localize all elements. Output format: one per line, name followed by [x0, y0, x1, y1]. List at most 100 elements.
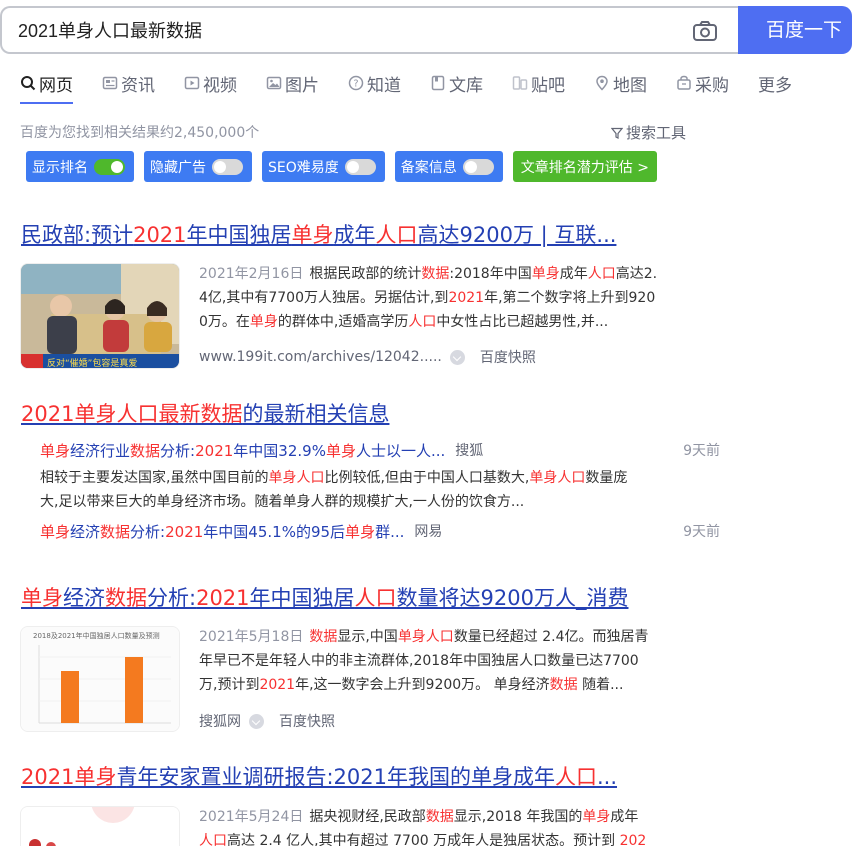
text-segment: 高达2.: [615, 266, 658, 282]
highlight-keyword: 人口: [408, 314, 437, 330]
highlight-keyword: 单身: [249, 314, 278, 330]
icp-info-button[interactable]: 备案信息: [394, 151, 503, 182]
show-rank-toggle[interactable]: [94, 158, 125, 175]
text-segment: 0万。在: [199, 314, 250, 330]
text-segment: 民政部:预计: [21, 223, 134, 247]
text-segment: 年中国32.9%: [233, 442, 326, 460]
rank-potential-button[interactable]: 文章排名潜力评估 >: [512, 151, 657, 182]
news-item[interactable]: 单身经济行业数据分析:2021年中国32.9%单身人士以一人... 搜狐 9天前: [40, 440, 720, 461]
highlight-keyword: 人口: [354, 586, 397, 610]
highlight-keyword: 单身: [40, 523, 71, 541]
source-site[interactable]: 搜狐网: [199, 711, 241, 731]
desc-line: 相较于主要发达国家,虽然中国目前的单身人口比例较低,但由于中国人口基数大,单身人…: [40, 466, 720, 490]
highlight-keyword: 数据: [130, 442, 161, 460]
text-segment: 比例较低,但由于中国人口基数大,: [324, 470, 530, 486]
highlight-keyword: 数据: [309, 629, 338, 645]
document-icon: [431, 75, 445, 91]
text-segment: 成年: [559, 266, 588, 282]
text-segment: 经济: [63, 586, 105, 610]
snapshot-link[interactable]: 百度快照: [279, 711, 335, 731]
abstract-line: 人口高达 2.4 亿人,其中有超过 7700 万成年人是独居状态。预计到 202: [199, 829, 719, 846]
source-url[interactable]: www.199it.com/archives/12042.....: [199, 349, 442, 365]
tab-news[interactable]: 资讯: [102, 70, 155, 96]
thumb-caption: 2018及2021年中国独居人口数量及预测: [33, 631, 160, 640]
hide-ads-button[interactable]: 隐藏广告: [144, 151, 252, 182]
plugin-label: 隐藏广告: [150, 159, 206, 176]
thumb-caption: 反对“催婚”包容是真爱: [47, 357, 137, 369]
tab-purchase[interactable]: 采购: [676, 70, 729, 96]
seo-difficulty-button[interactable]: SEO难易度: [262, 151, 385, 182]
abstract-line: 2021年5月18日 数据显示,中国单身人口数量已经超过 2.4亿。而独居青: [199, 625, 719, 649]
highlight-keyword: 数据: [100, 523, 131, 541]
tab-wenku[interactable]: 文库: [430, 70, 483, 96]
plugin-label: 文章排名潜力评估 >: [520, 159, 649, 176]
search-box[interactable]: [0, 6, 740, 54]
news-title[interactable]: 单身经济数据分析:2021年中国45.1%的95后单身群...: [40, 521, 404, 542]
highlight-keyword: 2021: [165, 523, 204, 541]
tab-map[interactable]: 地图: [594, 70, 647, 96]
tab-zhidao[interactable]: ? 知道: [348, 70, 401, 96]
text-segment: 经济: [70, 523, 101, 541]
abstract-line: 4亿,其中有7700万人独居。另据估计,到2021年,第二个数字将上升到920: [199, 286, 719, 310]
tab-label: 更多: [758, 75, 792, 96]
text-segment: 分析:: [160, 442, 196, 460]
text-segment: 的最新相关信息: [242, 402, 390, 426]
plugin-label: 显示排名: [32, 159, 88, 176]
text-segment: 中女性占比已超越男性,并...: [436, 314, 609, 330]
result-thumbnail[interactable]: [20, 806, 180, 846]
result-title[interactable]: 单身经济数据分析:2021年中国独居人口数量将达9200万人_消费: [21, 582, 628, 612]
tab-video[interactable]: 视频: [184, 70, 237, 96]
search-button[interactable]: 百度一下: [738, 6, 852, 54]
snapshot-link[interactable]: 百度快照: [480, 347, 536, 367]
result-source: 搜狐网 百度快照: [199, 711, 335, 731]
photo-image: [21, 807, 179, 846]
icp-info-toggle[interactable]: [462, 158, 494, 175]
tab-more[interactable]: 更多: [758, 70, 792, 96]
news-title[interactable]: 单身经济行业数据分析:2021年中国32.9%单身人士以一人...: [40, 440, 445, 461]
result-title[interactable]: 民政部:预计2021年中国独居单身成年人口高达9200万 | 互联...: [21, 219, 616, 249]
result-title[interactable]: 2021单身青年安家置业调研报告:2021年我国的单身成年人口...: [21, 761, 617, 791]
abstract-line: 年早已不是年轻人中的非主流群体,2018年中国独居人口数量已达7700: [199, 649, 719, 673]
show-rank-button[interactable]: 显示排名: [26, 151, 134, 182]
highlight-keyword: 202: [619, 833, 647, 846]
tab-images[interactable]: 图片: [266, 70, 319, 96]
question-icon: ?: [348, 75, 364, 91]
news-item[interactable]: 单身经济数据分析:2021年中国45.1%的95后单身群... 网易 9天前: [40, 521, 720, 542]
tab-label: 资讯: [121, 75, 155, 96]
tab-web[interactable]: 网页: [20, 70, 73, 104]
tab-label: 图片: [285, 75, 319, 96]
result-count: 百度为您找到相关结果约2,450,000个: [20, 125, 260, 141]
hide-ads-toggle[interactable]: [212, 158, 243, 175]
highlight-keyword: 单身: [531, 266, 560, 282]
camera-icon[interactable]: [692, 20, 718, 42]
result-date: 2021年5月18日: [199, 629, 304, 645]
verified-icon: [249, 713, 264, 729]
highlight-keyword: 2021: [196, 586, 250, 610]
text-segment: 分析:: [130, 523, 166, 541]
tab-tieba[interactable]: 贴吧: [512, 70, 565, 96]
highlight-keyword: 人口: [587, 266, 616, 282]
highlight-keyword: 2021单身: [21, 765, 117, 789]
result-thumbnail[interactable]: 反对“催婚”包容是真爱: [20, 263, 180, 369]
search-icon: [21, 76, 36, 91]
text-segment: 成年: [333, 223, 376, 247]
search-input[interactable]: [18, 19, 638, 40]
highlight-keyword: 2021单身人口最新数据: [21, 402, 243, 426]
text-segment: 显示,2018 年我国的: [453, 809, 583, 825]
text-segment: 分析:: [147, 586, 197, 610]
text-segment: 大,足以带来巨大的单身经济市场。随着单身人群的规模扩大,一人份的饮食方...: [40, 494, 525, 510]
tieba-icon: [512, 76, 528, 90]
abstract-line: 0万。在单身的群体中,适婚高学历人口中女性占比已超越男性,并...: [199, 310, 719, 334]
text-segment: 群...: [375, 523, 405, 541]
verified-icon: [449, 349, 465, 365]
result-title[interactable]: 2021单身人口最新数据的最新相关信息: [21, 398, 389, 428]
text-segment: 高达9200万 | 互联...: [417, 223, 617, 247]
search-tools-button[interactable]: 搜索工具: [611, 122, 686, 143]
desc-line: 大,足以带来巨大的单身经济市场。随着单身人群的规模扩大,一人份的饮食方...: [40, 490, 720, 514]
tab-label: 地图: [613, 75, 647, 96]
seo-difficulty-toggle[interactable]: [344, 158, 376, 175]
result-abstract: 2021年5月24日 据央视财经,民政部数据显示,2018 年我国的单身成年 人口…: [199, 805, 719, 846]
result-thumbnail[interactable]: 2018及2021年中国独居人口数量及预测: [20, 626, 180, 732]
highlight-keyword: 单身: [582, 809, 611, 825]
news-time: 9天前: [683, 524, 720, 540]
